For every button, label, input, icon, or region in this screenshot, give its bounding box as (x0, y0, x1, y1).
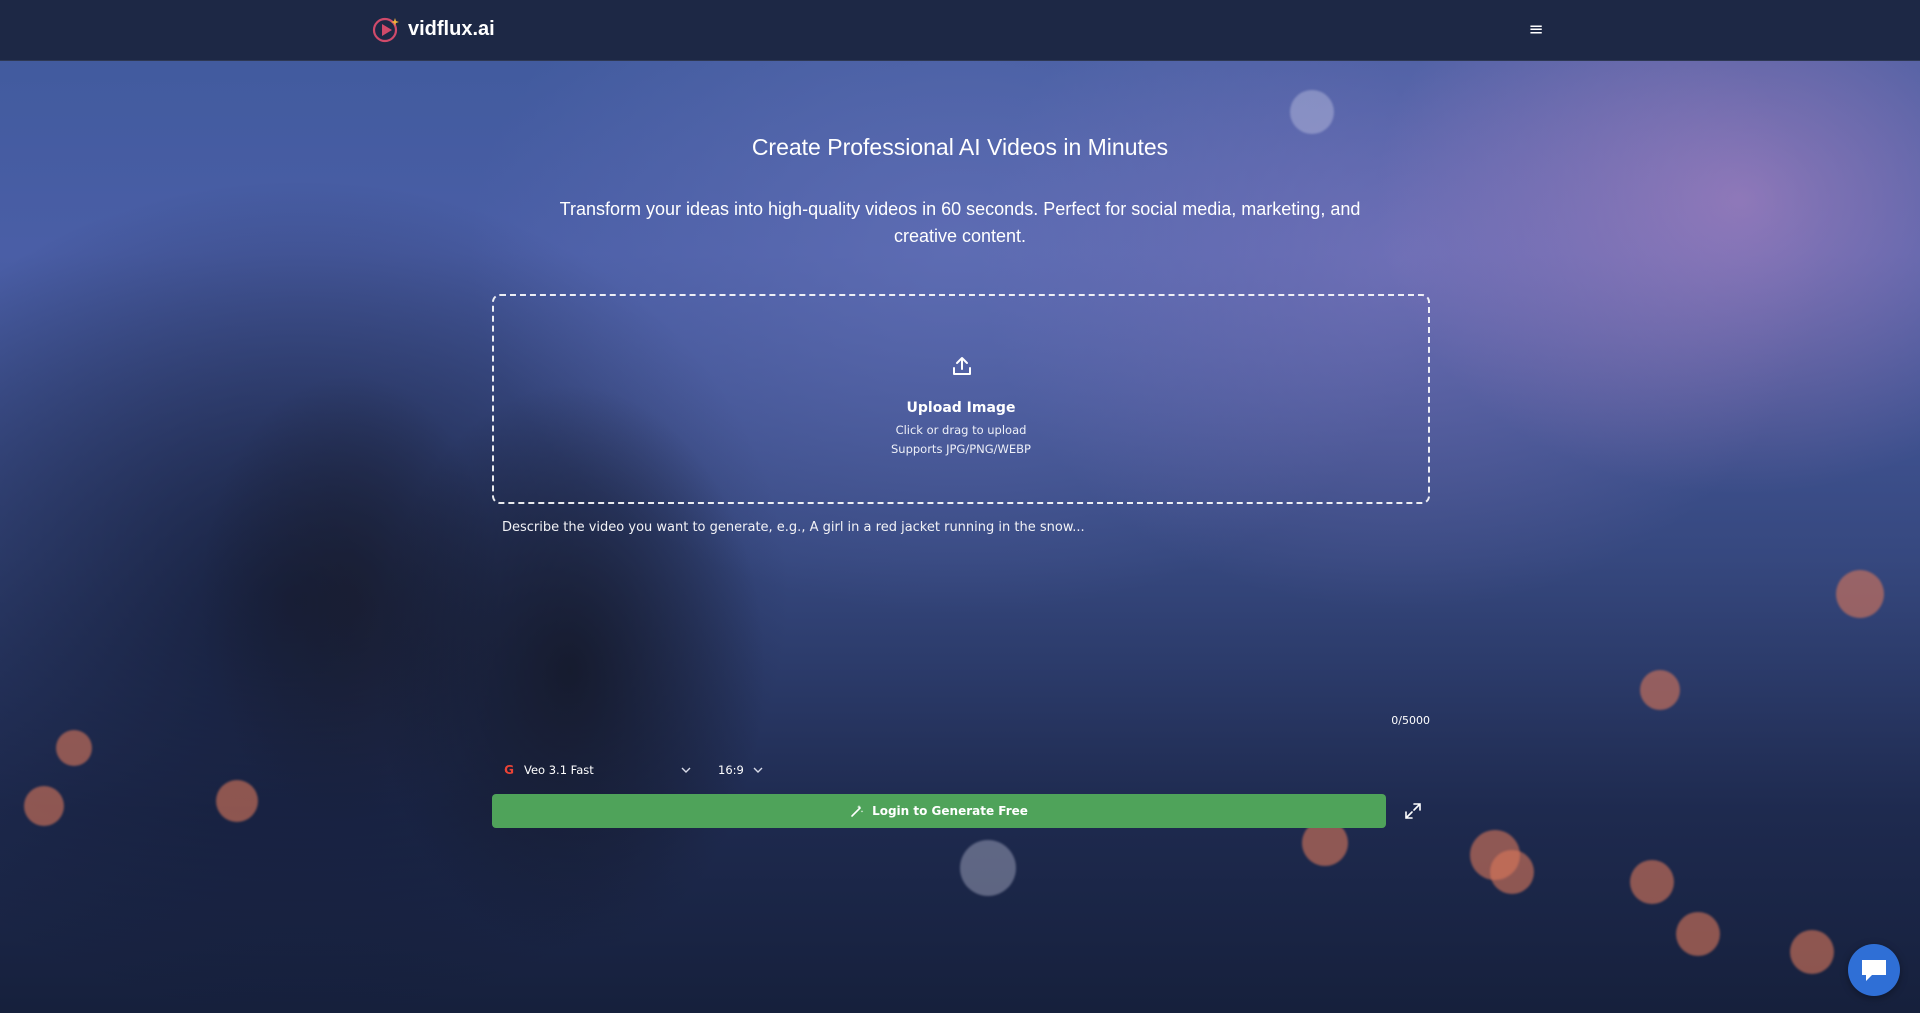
chat-support-button[interactable] (1848, 944, 1900, 996)
hamburger-menu-button[interactable]: ≡ (1526, 18, 1546, 42)
top-navbar: vidflux.ai ≡ (0, 0, 1920, 61)
image-upload-dropzone[interactable]: Upload Image Click or drag to upload Sup… (492, 294, 1430, 504)
bokeh-light (1630, 860, 1674, 904)
bokeh-light (1490, 850, 1534, 894)
upload-icon (953, 357, 971, 375)
expand-icon[interactable] (1404, 802, 1422, 820)
video-prompt-input[interactable] (492, 520, 1450, 680)
video-generator-panel: Upload Image Click or drag to upload Sup… (492, 294, 1450, 842)
chevron-down-icon (753, 767, 763, 773)
bokeh-light (24, 786, 64, 826)
hero-title: Create Professional AI Videos in Minutes (751, 134, 1169, 160)
play-sparkle-logo-icon (372, 17, 399, 43)
aspect-ratio-selector[interactable]: 16:9 (718, 758, 778, 782)
google-icon: G (504, 763, 514, 777)
generate-button-label: Login to Generate Free (872, 804, 1028, 818)
upload-title: Upload Image (906, 400, 1016, 416)
generation-options: G Veo 3.1 Fast 16:9 (492, 754, 1430, 786)
chat-bubble-icon (1862, 960, 1886, 981)
bokeh-light (960, 840, 1016, 896)
aspect-ratio-value: 16:9 (718, 763, 744, 777)
model-selected-value: Veo 3.1 Fast (524, 763, 594, 777)
character-counter: 0/5000 (1391, 714, 1430, 727)
bokeh-light (1836, 570, 1884, 618)
bokeh-light (1290, 90, 1334, 134)
login-to-generate-button[interactable]: Login to Generate Free (492, 794, 1386, 828)
bokeh-light (56, 730, 92, 766)
upload-formats: Supports JPG/PNG/WEBP (890, 442, 1031, 456)
bokeh-light (1790, 930, 1834, 974)
bokeh-light (1676, 912, 1720, 956)
brand-name: vidflux.ai (408, 17, 495, 40)
upload-hint: Click or drag to upload (895, 423, 1027, 437)
bokeh-light (1640, 670, 1680, 710)
magic-wand-icon (851, 805, 864, 817)
hero-subtitle: Transform your ideas into high-quality v… (559, 199, 1361, 246)
model-selector[interactable]: G Veo 3.1 Fast (502, 758, 691, 782)
brand-logo-link[interactable]: vidflux.ai (372, 15, 495, 43)
chevron-down-icon (681, 767, 691, 773)
bokeh-light (216, 780, 258, 822)
hamburger-menu-icon: ≡ (1528, 19, 1544, 40)
